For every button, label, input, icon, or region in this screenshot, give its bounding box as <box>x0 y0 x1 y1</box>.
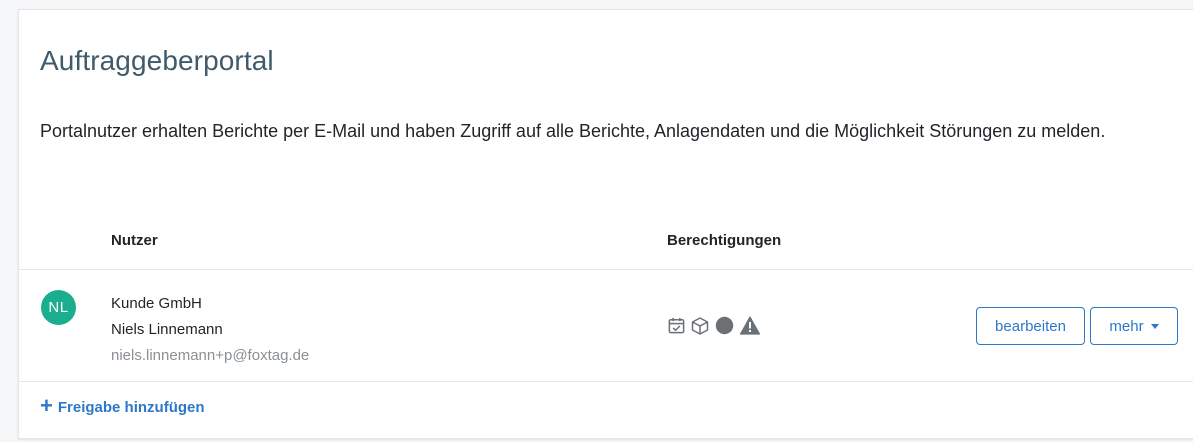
edit-button[interactable]: bearbeiten <box>976 307 1085 345</box>
calendar-check-icon <box>667 316 686 335</box>
warning-triangle-icon <box>739 315 761 336</box>
portal-description: Portalnutzer erhalten Berichte per E-Mai… <box>40 121 1106 141</box>
divider <box>19 269 1193 270</box>
cube-icon <box>690 316 710 336</box>
add-share-label: Freigabe hinzufügen <box>57 398 205 416</box>
caret-down-icon <box>1150 324 1159 329</box>
user-company: Kunde GmbH <box>111 295 202 312</box>
permission-icons <box>667 315 761 336</box>
circle-icon <box>714 315 735 336</box>
column-header-permissions: Berechtigungen <box>667 232 782 249</box>
add-share-link[interactable]: + Freigabe hinzufügen <box>40 393 205 418</box>
avatar: NL <box>41 290 76 325</box>
column-header-user: Nutzer <box>111 232 158 249</box>
user-email: niels.linnemann+p@foxtag.de <box>111 347 310 364</box>
more-label: mehr <box>1109 317 1144 335</box>
portal-card: Auftraggeberportal Portalnutzer erhalten… <box>18 9 1193 439</box>
user-info: Kunde GmbH Niels Linnemann niels.linnema… <box>111 291 309 369</box>
plus-icon: + <box>40 393 53 418</box>
divider <box>19 381 1193 382</box>
page-title: Auftraggeberportal <box>40 45 274 76</box>
more-dropdown-button[interactable]: mehr <box>1090 307 1178 345</box>
user-name: Niels Linnemann <box>111 321 223 338</box>
